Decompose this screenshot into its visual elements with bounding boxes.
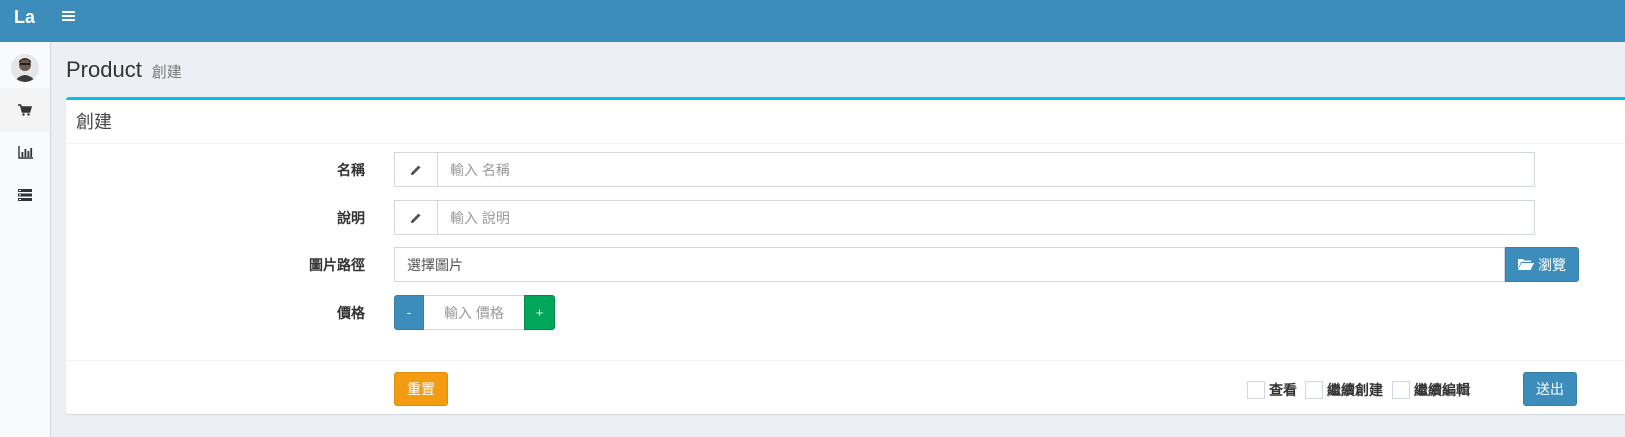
page-title: Product [66, 57, 142, 82]
page-subtitle: 創建 [151, 64, 182, 81]
continue-create-checkbox[interactable]: 繼續創建 [1305, 380, 1383, 400]
checkbox-square[interactable] [1392, 381, 1410, 399]
avatar[interactable] [11, 54, 39, 82]
checkbox-square[interactable] [1247, 381, 1265, 399]
price-label: 價格 [337, 305, 365, 321]
pencil-icon [394, 152, 438, 187]
browse-button[interactable]: 瀏覽 [1505, 247, 1579, 282]
name-input[interactable] [438, 152, 1535, 187]
box-title: 創建 [76, 112, 112, 132]
price-input-group: - + [394, 295, 555, 330]
image-path-field[interactable]: 選擇圖片 [394, 247, 1505, 282]
top-navbar: La [0, 0, 1625, 42]
app-logo[interactable]: La [0, 0, 50, 42]
decrement-button[interactable]: - [394, 295, 424, 330]
description-input[interactable] [438, 200, 1535, 235]
continue-create-checkbox-label: 繼續創建 [1327, 382, 1383, 398]
description-label: 說明 [337, 210, 365, 226]
list-table-icon [18, 189, 32, 201]
name-input-group [394, 152, 1535, 187]
increment-button[interactable]: + [524, 295, 555, 330]
view-checkbox[interactable]: 查看 [1247, 380, 1297, 400]
hamburger-icon[interactable] [62, 9, 78, 25]
pencil-icon [394, 200, 438, 235]
footer-divider [66, 360, 1625, 361]
name-label: 名稱 [337, 162, 365, 178]
checkbox-square[interactable] [1305, 381, 1323, 399]
submit-button[interactable]: 送出 [1523, 372, 1577, 406]
sidebar-item-list[interactable] [0, 173, 50, 217]
continue-edit-checkbox-label: 繼續編輯 [1414, 382, 1470, 398]
folder-open-icon [1518, 257, 1538, 273]
description-input-group [394, 200, 1535, 235]
price-input[interactable] [424, 295, 524, 330]
sidebar-item-products[interactable] [0, 88, 50, 132]
sidebar-item-charts[interactable] [0, 130, 50, 174]
content-header: Product 創建 [66, 57, 182, 83]
bar-chart-icon [17, 145, 33, 159]
divider [66, 143, 1625, 144]
view-checkbox-label: 查看 [1269, 382, 1297, 398]
reset-button[interactable]: 重置 [394, 372, 448, 406]
create-form-box: 創建 名稱 說明 圖片路徑 選擇圖片 瀏覽 價格 - + 重置 [66, 97, 1625, 414]
continue-edit-checkbox[interactable]: 繼續編輯 [1392, 380, 1470, 400]
browse-button-label: 瀏覽 [1538, 256, 1566, 273]
image-path-input-group: 選擇圖片 瀏覽 [394, 247, 1579, 282]
sidebar [0, 42, 51, 437]
image-path-label: 圖片路徑 [309, 257, 365, 273]
cart-icon [18, 104, 32, 116]
